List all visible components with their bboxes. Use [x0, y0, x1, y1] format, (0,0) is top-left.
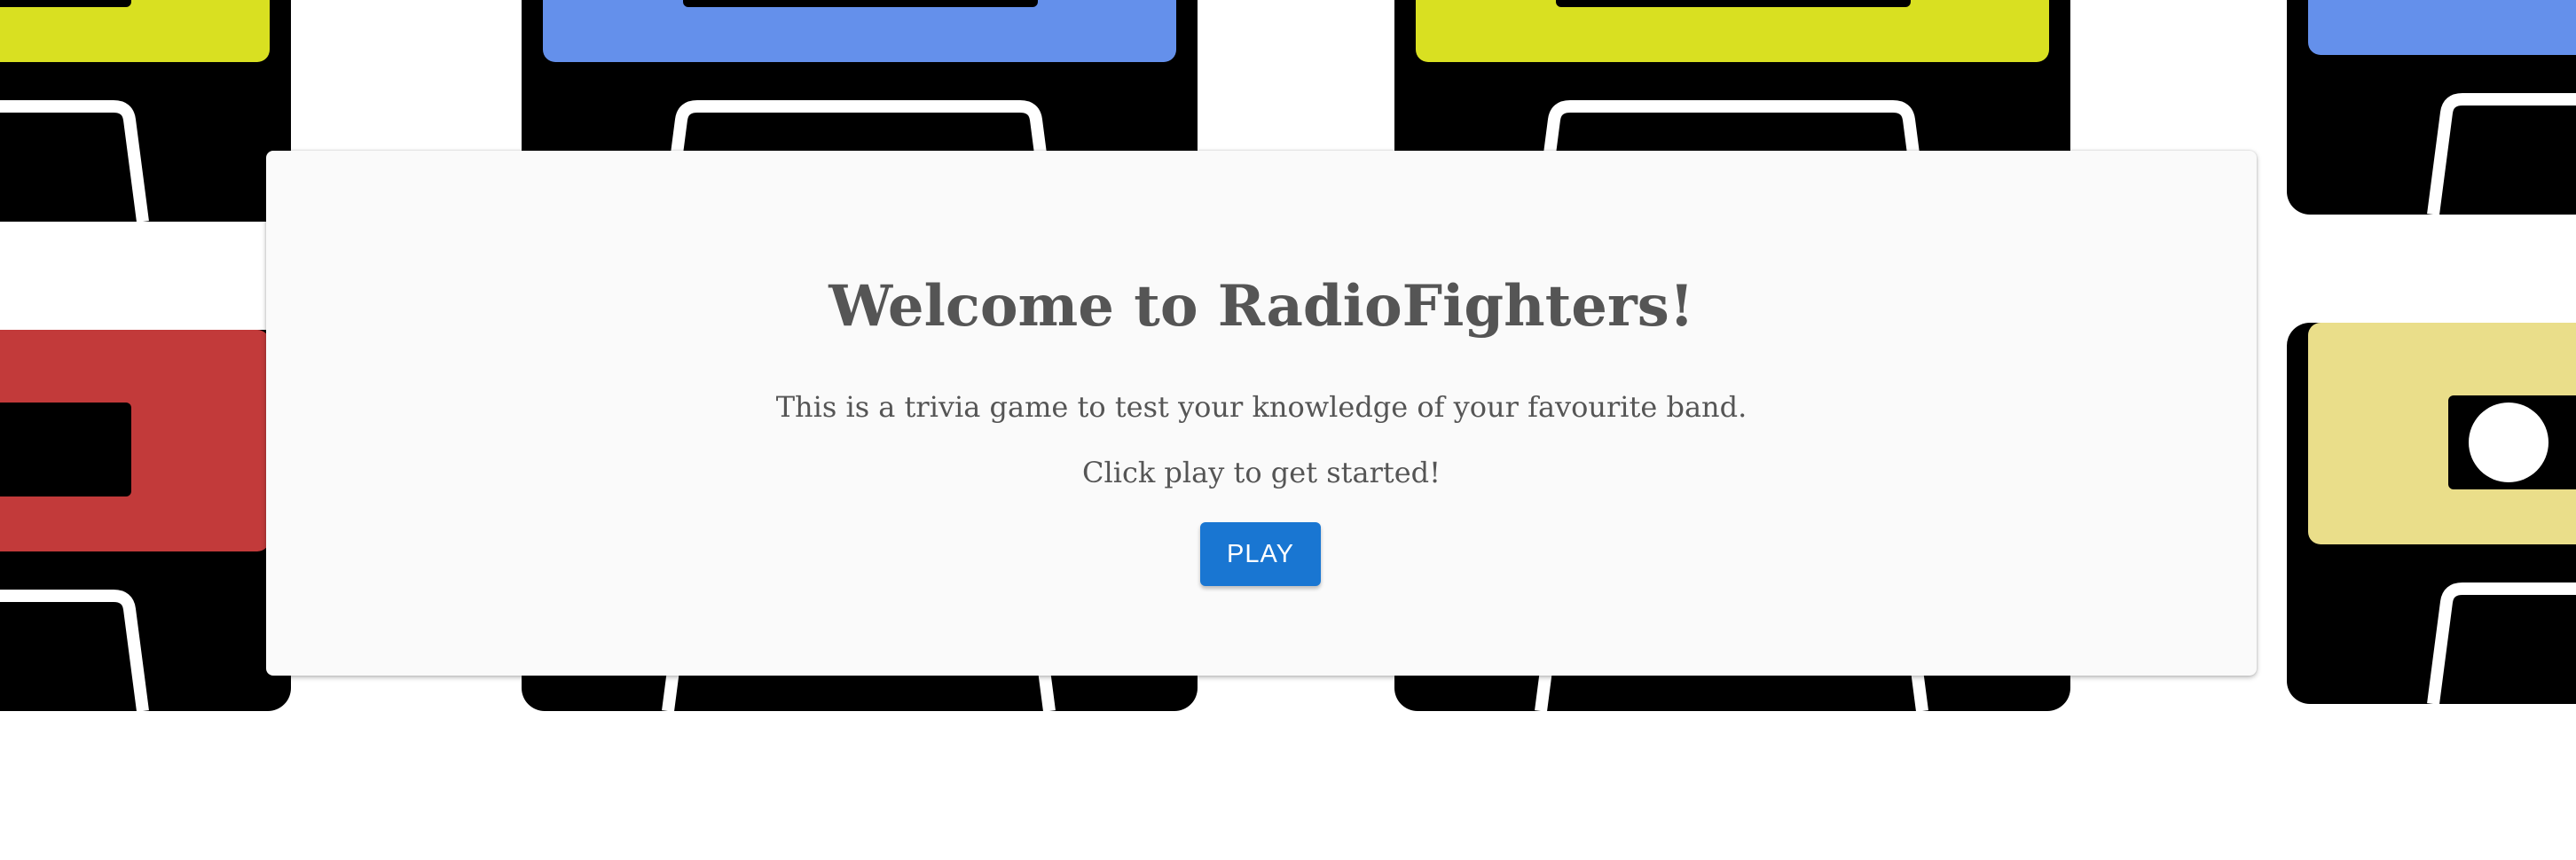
play-button[interactable]: PLAY — [1200, 522, 1321, 586]
cassette-label — [543, 0, 1176, 62]
cassette-tape — [0, 330, 291, 712]
cassette-window — [1556, 0, 1911, 7]
game-screen: Welcome to RadioFighters! This is a triv… — [0, 0, 2576, 860]
cassette-label — [2308, 0, 2576, 55]
welcome-title: Welcome to RadioFighters! — [829, 273, 1694, 340]
start-instruction: Click play to get started! — [1081, 456, 1441, 489]
cassette-tape — [2287, 0, 2576, 215]
cassette-tape — [2287, 323, 2576, 705]
cassette-label — [0, 0, 270, 62]
welcome-card: Welcome to RadioFighters! This is a triv… — [266, 151, 2257, 676]
cassette-window — [0, 0, 131, 7]
cassette-reel — [2469, 403, 2549, 482]
game-description: This is a trivia game to test your knowl… — [775, 390, 1747, 424]
cassette-label — [1416, 0, 2049, 62]
cassette-window — [0, 403, 131, 496]
cassette-tape — [0, 0, 291, 223]
cassette-window — [683, 0, 1038, 7]
